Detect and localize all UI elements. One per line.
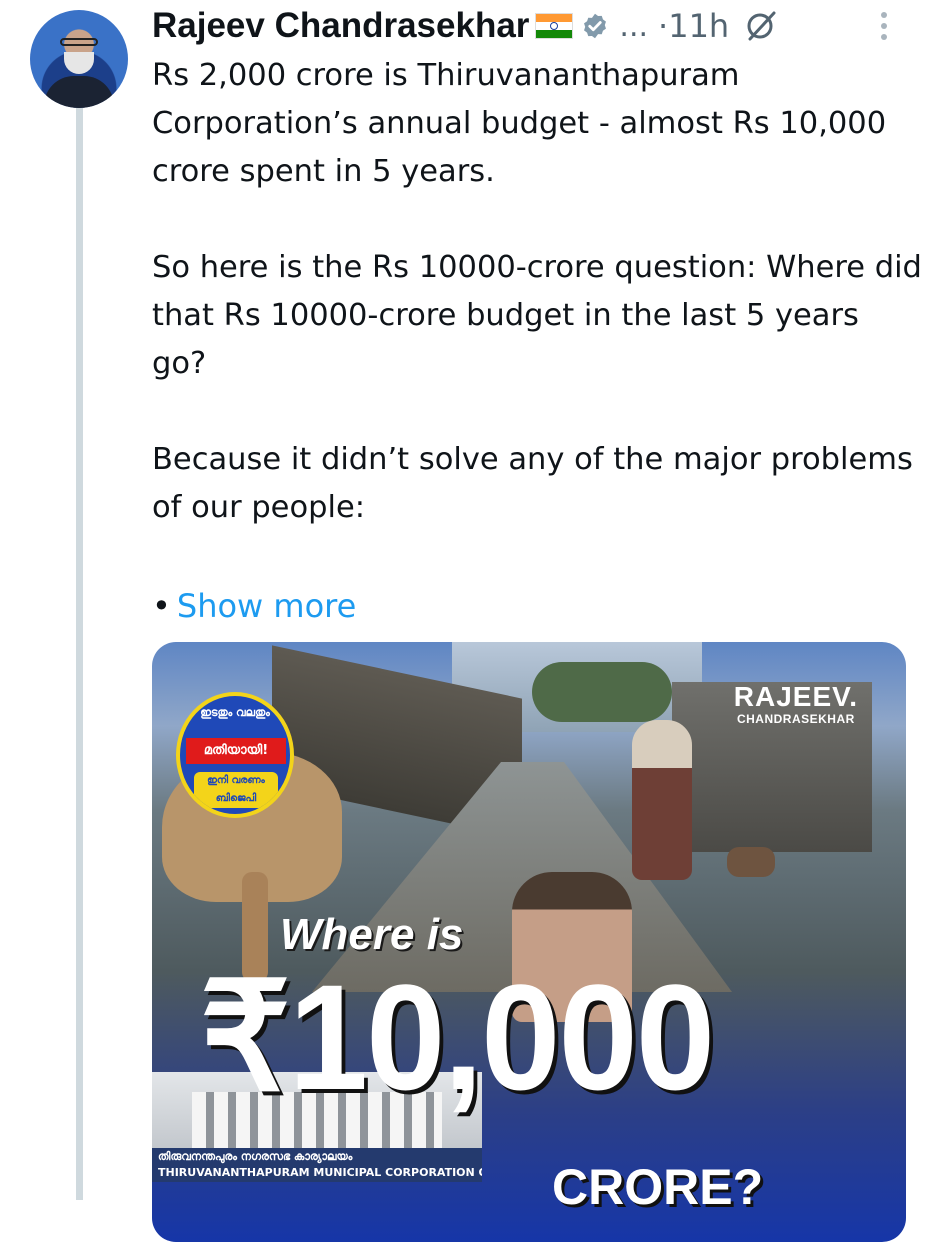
badge-sub-line-2: ബിജെപി [215,793,257,804]
tweet-paragraph-1: Rs 2,000 crore is Thiruvananthapuram Cor… [152,58,887,189]
bullet: • [152,587,171,625]
avatar-beard [64,52,94,74]
badge-ribbon-text: മതിയായി! [186,738,286,764]
thread-line [76,108,83,1200]
more-options-icon[interactable] [874,8,894,44]
office-signboard: തിരുവനന്തപുരം നഗരസഭ കാര്യാലയം THIRUVANAN… [152,1148,482,1182]
brand-line-2: CHANDRASEKHAR [736,712,855,726]
brand-logo: RAJEEV. CHANDRASEKHAR [733,681,858,727]
badge-arc-text: ഇടതും വലതും [200,706,270,719]
headline-crore: CRORE? [552,1159,764,1215]
badge-sub-line-1: ഇനി വരണം [207,775,265,786]
tweet-text: Rs 2,000 crore is Thiruvananthapuram Cor… [152,52,922,580]
show-more-link[interactable]: • Show more [152,584,356,628]
office-name-english: THIRUVANANTHAPURAM MUNICIPAL CORPORATION… [158,1166,482,1179]
flag-india-icon [535,13,574,39]
avatar-glasses [60,38,98,46]
tweet-paragraph-3: Because it didn’t solve any of the major… [152,442,913,525]
office-name-malayalam: തിരുവനന്തപുരം നഗരസഭ കാര്യാലയം [158,1150,353,1163]
campaign-badge: ഇടതും വലതും മതിയായി! ഇനി വരണം ബിജെപി [176,692,294,818]
handle-truncated: ... [619,8,649,44]
post-image[interactable]: ഇടതും വലതും മതിയായി! ഇനി വരണം ബിജെപി RAJ… [152,642,906,1242]
tweet-paragraph-2: So here is the Rs 10000-crore question: … [152,250,922,381]
avatar-suit [44,76,114,108]
brand-line-1: RAJEEV. [733,681,858,712]
image-woman-walking [632,720,692,880]
avatar[interactable] [30,10,128,108]
author-name[interactable]: Rajeev Chandrasekhar [152,6,529,46]
image-trees [532,662,672,722]
verified-icon [584,13,607,39]
post-time[interactable]: ·11h [658,7,729,45]
tweet-header: Rajeev Chandrasekhar ... ·11h [152,6,779,46]
grok-icon[interactable] [743,8,779,44]
headline-amount: ₹10,000 [200,953,715,1121]
image-stray-dog [727,847,775,877]
badge-sub-text: ഇനി വരണം ബിജെപി [194,772,278,808]
show-more-label[interactable]: Show more [177,587,356,625]
